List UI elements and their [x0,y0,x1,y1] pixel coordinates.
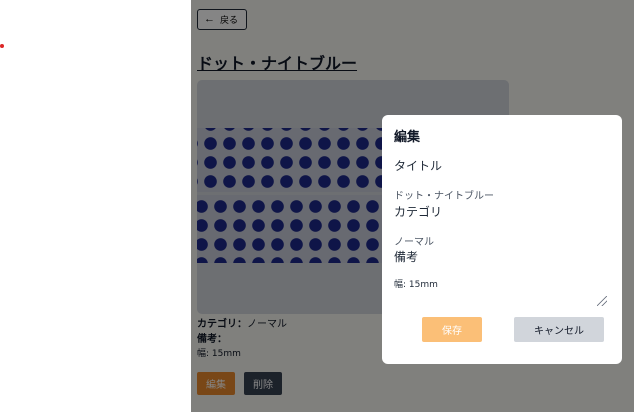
cancel-button[interactable]: キャンセル [514,317,604,342]
edit-modal: 編集 タイトル ドット・ナイトブルー カテゴリ ノーマル 備考 幅: 15mm … [382,115,622,364]
modal-title: 編集 [394,130,421,145]
indicator-dot [0,44,4,48]
note-textarea[interactable]: 幅: 15mm [390,273,610,307]
save-button[interactable]: 保存 [422,317,482,342]
title-field-label: タイトル [394,159,443,173]
resize-grip-icon[interactable] [597,296,607,306]
category-field-label: カテゴリ [394,205,443,219]
category-field[interactable]: ノーマル [394,233,434,248]
title-field[interactable]: ドット・ナイトブルー [394,187,494,202]
note-field-label: 備考 [394,250,419,264]
left-panel [0,0,191,412]
